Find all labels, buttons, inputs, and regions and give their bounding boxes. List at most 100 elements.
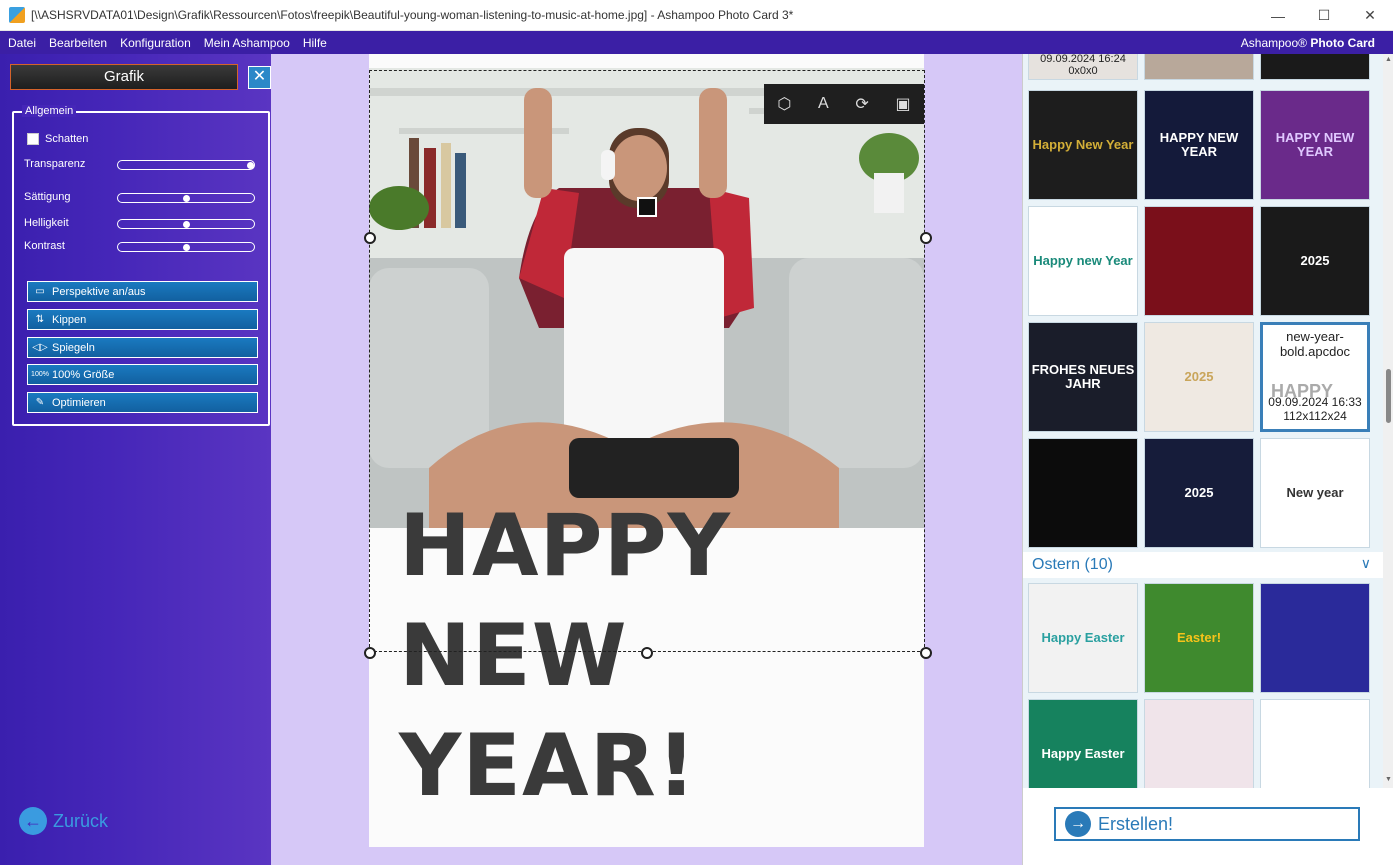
- template-thumb[interactable]: 09.09.2024 16:24 0x0x0: [1028, 54, 1138, 80]
- close-window-button[interactable]: ✕: [1347, 0, 1393, 31]
- thumb-caption: 2025: [1184, 368, 1214, 384]
- menu-konfiguration[interactable]: Konfiguration: [115, 36, 196, 50]
- thumb-caption: HAPPY NEW YEAR: [1159, 129, 1239, 159]
- group-legend: Allgemein: [22, 105, 77, 117]
- perspective-label: Perspektive an/aus: [52, 285, 146, 298]
- brand-name: Photo Card: [1310, 35, 1375, 50]
- template-thumb[interactable]: FROHES NEUES JAHR: [1028, 322, 1138, 432]
- template-thumb[interactable]: 2025: [1144, 322, 1254, 432]
- slider-thumb[interactable]: [247, 162, 254, 169]
- thumb-caption: Happy new Year: [1033, 252, 1133, 268]
- thumb-caption: New year: [1286, 484, 1344, 500]
- original-size-button[interactable]: 100% 100% Größe: [27, 364, 258, 385]
- template-thumb[interactable]: HAPPY NEW YEAR: [1260, 90, 1370, 200]
- magic-wand-icon: ✎: [35, 397, 45, 408]
- thumb-overlay-text: HAPPY: [1271, 381, 1334, 401]
- template-thumb[interactable]: 2025: [1260, 206, 1370, 316]
- general-group: Allgemein Schatten Transparenz Sättigung…: [12, 105, 270, 426]
- percent-icon: 100%: [31, 371, 49, 378]
- template-thumb[interactable]: 2025: [1144, 438, 1254, 548]
- image-icon[interactable]: ▣: [896, 94, 911, 114]
- close-panel-icon[interactable]: ✕: [248, 66, 271, 89]
- scroll-up-icon[interactable]: ▲: [1385, 56, 1393, 63]
- easter-grid: Happy Easter Easter! Happy Easter: [1028, 583, 1370, 788]
- perspective-button[interactable]: ▭ Perspektive an/aus: [27, 281, 258, 302]
- template-thumb[interactable]: Easter!: [1144, 583, 1254, 693]
- chevron-down-icon[interactable]: ∨: [1361, 555, 1371, 572]
- headline-line-2: NEW: [399, 606, 628, 706]
- shadow-checkbox[interactable]: [27, 133, 39, 145]
- template-thumb[interactable]: [1260, 699, 1370, 788]
- menu-bearbeiten[interactable]: Bearbeiten: [44, 36, 112, 50]
- template-thumb[interactable]: [1144, 206, 1254, 316]
- cube-icon[interactable]: ⬡: [777, 94, 791, 114]
- window-controls: — ☐ ✕: [1255, 0, 1393, 31]
- mirror-button[interactable]: ◁▷ Spiegeln: [27, 337, 258, 358]
- shadow-option[interactable]: Schatten: [27, 133, 88, 145]
- card-headline[interactable]: HAPPY NEW YEAR!: [399, 491, 731, 821]
- optimize-button[interactable]: ✎ Optimieren: [27, 392, 258, 413]
- scroll-thumb[interactable]: [1386, 369, 1391, 423]
- slider-thumb[interactable]: [183, 244, 190, 251]
- transparency-slider[interactable]: [117, 160, 255, 170]
- slider-thumb[interactable]: [183, 195, 190, 202]
- template-thumb[interactable]: [1028, 438, 1138, 548]
- minimize-button[interactable]: —: [1255, 0, 1301, 31]
- template-thumb[interactable]: Happy Easter: [1028, 699, 1138, 788]
- menu-bar: Datei Bearbeiten Konfiguration Mein Asha…: [0, 31, 1393, 54]
- menu-hilfe[interactable]: Hilfe: [298, 36, 332, 50]
- mirror-label: Spiegeln: [52, 341, 95, 354]
- resize-handle-left[interactable]: [364, 232, 376, 244]
- mirror-icon: ◁▷: [32, 342, 48, 353]
- card-preview: ⬡ A ⟳ ▣ HAPPY NEW YEAR!: [369, 54, 924, 847]
- panel-title: Grafik: [10, 64, 238, 90]
- original-size-label: 100% Größe: [52, 368, 115, 381]
- thumb-caption: 2025: [1300, 252, 1330, 268]
- template-thumb[interactable]: Happy new Year: [1028, 206, 1138, 316]
- headline-line-1: HAPPY: [399, 496, 731, 596]
- contrast-slider-row: Kontrast: [24, 239, 264, 255]
- section-ostern[interactable]: Ostern (10) ∨: [1023, 552, 1383, 578]
- new-year-grid: Happy New Year HAPPY NEW YEAR HAPPY NEW YE…: [1028, 90, 1370, 548]
- replace-icon[interactable]: ⟳: [855, 94, 868, 114]
- rotate-handle[interactable]: [637, 197, 657, 217]
- brand-prefix: Ashampoo®: [1240, 35, 1307, 50]
- menu-datei[interactable]: Datei: [3, 36, 41, 50]
- template-thumb[interactable]: Happy Easter: [1028, 583, 1138, 693]
- contrast-slider[interactable]: [117, 242, 255, 252]
- resize-handle-bottom-right[interactable]: [920, 647, 932, 659]
- saturation-label: Sättigung: [24, 191, 71, 203]
- template-thumb[interactable]: [1144, 699, 1254, 788]
- thumb-caption: Happy Easter: [1041, 629, 1125, 645]
- template-thumb[interactable]: HAPPY NEW YEAR: [1144, 90, 1254, 200]
- template-thumb[interactable]: Happy New Year: [1028, 90, 1138, 200]
- resize-handle-right[interactable]: [920, 232, 932, 244]
- thumb-filename: new-year-bold.apcdoc: [1279, 329, 1351, 359]
- maximize-button[interactable]: ☐: [1301, 0, 1347, 31]
- thumb-caption: Happy Easter: [1041, 745, 1125, 761]
- properties-panel: Grafik ✕ Allgemein Schatten Transparenz …: [0, 54, 271, 865]
- template-thumb[interactable]: new-year-bold.apcdoc HAPPY 09.09.2024 16:3…: [1260, 322, 1370, 432]
- photo-toolbar: ⬡ A ⟳ ▣: [764, 84, 924, 124]
- menu-mein-ashampoo[interactable]: Mein Ashampoo: [199, 36, 295, 50]
- create-button[interactable]: → Erstellen!: [1054, 807, 1360, 841]
- text-icon[interactable]: A: [818, 95, 829, 113]
- template-thumb[interactable]: [1144, 54, 1254, 80]
- saturation-slider[interactable]: [117, 193, 255, 203]
- template-thumb[interactable]: New year: [1260, 438, 1370, 548]
- scroll-down-icon[interactable]: ▼: [1385, 776, 1393, 783]
- brightness-slider-row: Helligkeit: [24, 216, 264, 232]
- back-button[interactable]: ← Zurück: [19, 807, 108, 835]
- resize-handle-bottom[interactable]: [641, 647, 653, 659]
- resize-handle-bottom-left[interactable]: [364, 647, 376, 659]
- thumb-caption: FROHES NEUES JAHR: [1031, 361, 1135, 391]
- template-thumb[interactable]: [1260, 583, 1370, 693]
- template-thumb[interactable]: [1260, 54, 1370, 80]
- slider-thumb[interactable]: [183, 221, 190, 228]
- canvas-area: ⬡ A ⟳ ▣ HAPPY NEW YEAR!: [271, 54, 1022, 865]
- brightness-slider[interactable]: [117, 219, 255, 229]
- flip-button[interactable]: ⇅ Kippen: [27, 309, 258, 330]
- scrollbar[interactable]: ▲ ▼: [1383, 54, 1393, 788]
- card-photo[interactable]: ⬡ A ⟳ ▣: [369, 68, 924, 528]
- thumb-caption: Easter!: [1176, 629, 1222, 645]
